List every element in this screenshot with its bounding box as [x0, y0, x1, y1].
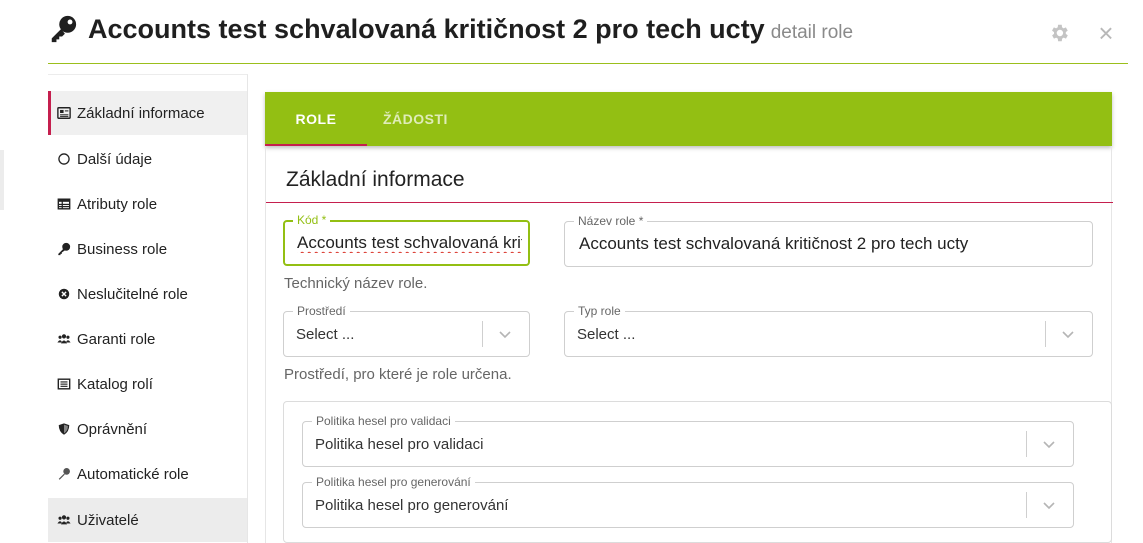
- prostredi-label: Prostředí: [293, 304, 350, 318]
- dialog-header: Accounts test schvalovaná kritičnost 2 p…: [0, 0, 1143, 64]
- sidebar-item-uzivatele[interactable]: Uživatelé: [48, 498, 247, 542]
- users-icon: [56, 331, 72, 347]
- sidebar-item-label: Garanti role: [77, 330, 156, 348]
- panel-title: Základní informace: [286, 168, 465, 191]
- tab-role[interactable]: ROLE: [265, 92, 367, 146]
- times-circle-icon: [56, 286, 72, 302]
- page-title-text: Accounts test schvalovaná kritičnost 2 p…: [88, 14, 765, 44]
- prostredi-value: Select ...: [296, 326, 355, 343]
- sidebar-item-katalog-roli[interactable]: Katalog rolí: [48, 362, 247, 406]
- politika-validace-label: Politika hesel pro validaci: [312, 414, 455, 428]
- close-icon[interactable]: ×: [1094, 20, 1118, 46]
- chevron-down-icon[interactable]: [1059, 325, 1077, 343]
- chevron-down-icon[interactable]: [1040, 435, 1058, 453]
- politika-validace-value: Politika hesel pro validaci: [315, 436, 484, 453]
- page-title: Accounts test schvalovaná kritičnost 2 p…: [88, 14, 853, 45]
- chevron-down-icon[interactable]: [1040, 496, 1058, 514]
- sidebar-item-label: Oprávnění: [77, 420, 148, 438]
- kod-field[interactable]: Kód * Accounts test schvalovaná kritično…: [283, 213, 530, 266]
- tab-zadosti[interactable]: ŽÁDOSTI: [383, 92, 448, 146]
- password-policy-box: Politika hesel pro validaci Politika hes…: [283, 401, 1112, 543]
- sidebar-item-label: Automatické role: [77, 465, 189, 483]
- tab-bar: ROLE ŽÁDOSTI: [265, 92, 1112, 146]
- panel-divider: [266, 202, 1113, 203]
- sidebar-item-neslucitelne-role[interactable]: Neslučitelné role: [48, 272, 247, 316]
- nazev-role-input-value[interactable]: Accounts test schvalovaná kritičnost 2 p…: [579, 234, 1084, 254]
- sidebar-item-atributy-role[interactable]: Atributy role: [48, 182, 247, 226]
- select-separator: [482, 321, 483, 347]
- sidebar-item-label: Katalog rolí: [77, 375, 153, 393]
- shield-icon: [56, 421, 72, 437]
- key-icon: [51, 15, 77, 43]
- politika-generovani-value: Politika hesel pro generování: [315, 497, 509, 514]
- typ-role-select[interactable]: Typ role Select ...: [564, 304, 1093, 357]
- prostredi-help-text: Prostředí, pro které je role určena.: [284, 366, 512, 383]
- politika-generovani-select[interactable]: Politika hesel pro generování Politika h…: [302, 475, 1074, 528]
- nazev-role-field[interactable]: Název role * Accounts test schvalovaná k…: [564, 214, 1093, 267]
- kod-input-value[interactable]: Accounts test schvalovaná kritičnost 2 p…: [297, 233, 522, 253]
- key-icon: [56, 241, 72, 257]
- select-separator: [1026, 492, 1027, 518]
- sidebar-item-label: Základní informace: [77, 104, 205, 122]
- nazev-role-label: Název role *: [574, 214, 648, 228]
- edge-stripe: [0, 150, 4, 210]
- kod-label: Kód *: [293, 213, 331, 227]
- sidebar-item-label: Uživatelé: [77, 511, 139, 529]
- prostredi-select[interactable]: Prostředí Select ...: [283, 304, 530, 357]
- sidebar-item-label: Business role: [77, 240, 168, 258]
- sidebar: Základní informace Další údaje Atributy …: [48, 74, 248, 543]
- sidebar-item-label: Neslučitelné role: [77, 285, 188, 303]
- main-content: ROLE ŽÁDOSTI Základní informace Kód * Ac…: [249, 74, 1129, 543]
- sidebar-item-label: Další údaje: [77, 150, 153, 168]
- magic-wand-icon: [56, 466, 72, 482]
- users-icon: [56, 512, 72, 528]
- sidebar-item-business-role[interactable]: Business role: [48, 227, 247, 271]
- list-alt-icon: [56, 376, 72, 392]
- typ-role-value: Select ...: [577, 326, 636, 343]
- sidebar-item-label: Atributy role: [77, 195, 158, 213]
- sidebar-item-garanti-role[interactable]: Garanti role: [48, 317, 247, 361]
- gear-icon[interactable]: [1048, 22, 1070, 44]
- politika-generovani-label: Politika hesel pro generování: [312, 475, 475, 489]
- header-divider: [48, 63, 1128, 64]
- chevron-down-icon[interactable]: [496, 325, 514, 343]
- sidebar-item-zakladni-informace[interactable]: Základní informace: [48, 91, 247, 135]
- typ-role-label: Typ role: [574, 304, 625, 318]
- newspaper-icon: [56, 105, 72, 121]
- politika-validace-select[interactable]: Politika hesel pro validaci Politika hes…: [302, 414, 1074, 467]
- circle-icon: [56, 151, 72, 167]
- sidebar-item-dalsi-udaje[interactable]: Další údaje: [48, 137, 247, 181]
- table-icon: [56, 196, 72, 212]
- sidebar-item-automaticke-role[interactable]: Automatické role: [48, 452, 247, 496]
- select-separator: [1026, 431, 1027, 457]
- kod-help-text: Technický název role.: [284, 275, 428, 292]
- select-separator: [1045, 321, 1046, 347]
- page-subtitle: detail role: [770, 22, 854, 43]
- sidebar-item-opravneni[interactable]: Oprávnění: [48, 407, 247, 451]
